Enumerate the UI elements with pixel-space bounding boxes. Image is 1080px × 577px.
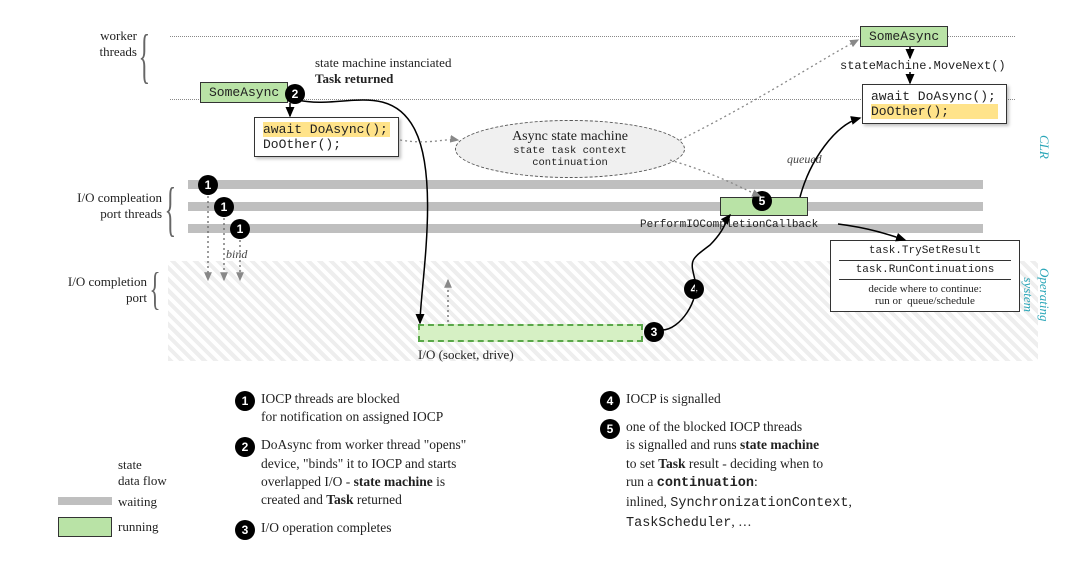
thread-bar xyxy=(188,202,983,211)
marker-5: 5 xyxy=(600,419,620,439)
callback-box: task.TrySetResult task.RunContinuations … xyxy=(830,240,1020,312)
marker-1: 1 xyxy=(230,219,250,239)
movenext-label: stateMachine.MoveNext() xyxy=(840,59,1006,73)
sm-instantiated-label: state machine instanciated Task returned xyxy=(315,55,451,87)
legend-running: running xyxy=(118,519,158,535)
doother-line: DoOther(); xyxy=(263,137,341,152)
marker-2: 2 xyxy=(285,84,305,104)
legend-state-dataflow: state data flow xyxy=(118,457,167,489)
await-line: await DoAsync(); xyxy=(871,89,996,104)
desc-col-2: 4 IOCP is signalled 5 one of the blocked… xyxy=(600,390,1020,544)
curly-brace-icon: { xyxy=(150,262,161,315)
legend-waiting: waiting xyxy=(118,494,157,510)
worker-threads-label: worker threads xyxy=(32,28,137,60)
iocp-port-label: I/O completion port xyxy=(32,274,147,306)
marker-1: 1 xyxy=(214,197,234,217)
marker-4: 4 xyxy=(600,391,620,411)
os-side-label: Operating system xyxy=(1020,268,1052,321)
perform-callback-label: PerformIOCompletionCallback xyxy=(640,219,818,231)
code-box-2: await DoAsync(); DoOther(); xyxy=(862,84,1007,124)
io-channel-bar xyxy=(418,324,643,342)
iocp-threads-label: I/O compleation port threads xyxy=(22,190,162,222)
desc-col-1: 1 IOCP threads are blocked for notificat… xyxy=(235,390,580,548)
bind-label: bind xyxy=(226,247,247,262)
thread-bar xyxy=(188,224,983,233)
thread-bar xyxy=(188,180,983,189)
marker-3: 3 xyxy=(644,322,664,342)
someasync-box-1: SomeAsync xyxy=(200,82,288,103)
code-box-1: await DoAsync(); DoOther(); xyxy=(254,117,399,157)
legend-waiting-bar xyxy=(58,497,112,505)
doother-line: DoOther(); xyxy=(871,104,998,119)
marker-5: 5 xyxy=(752,191,772,211)
marker-1: 1 xyxy=(235,391,255,411)
async-state-machine-blob: Async state machine state task context c… xyxy=(455,120,685,178)
marker-2: 2 xyxy=(235,437,255,457)
curly-brace-icon: { xyxy=(165,175,177,244)
io-channel-label: I/O (socket, drive) xyxy=(418,347,514,363)
clr-side-label: CLR xyxy=(1036,135,1052,159)
someasync-box-2: SomeAsync xyxy=(860,26,948,47)
queued-label: queued xyxy=(787,152,822,167)
legend-running-box xyxy=(58,517,112,537)
marker-3: 3 xyxy=(235,520,255,540)
marker-1: 1 xyxy=(198,175,218,195)
marker-4: 4 xyxy=(684,279,704,299)
await-line: await DoAsync(); xyxy=(263,122,390,137)
curly-brace-icon: { xyxy=(139,22,151,91)
